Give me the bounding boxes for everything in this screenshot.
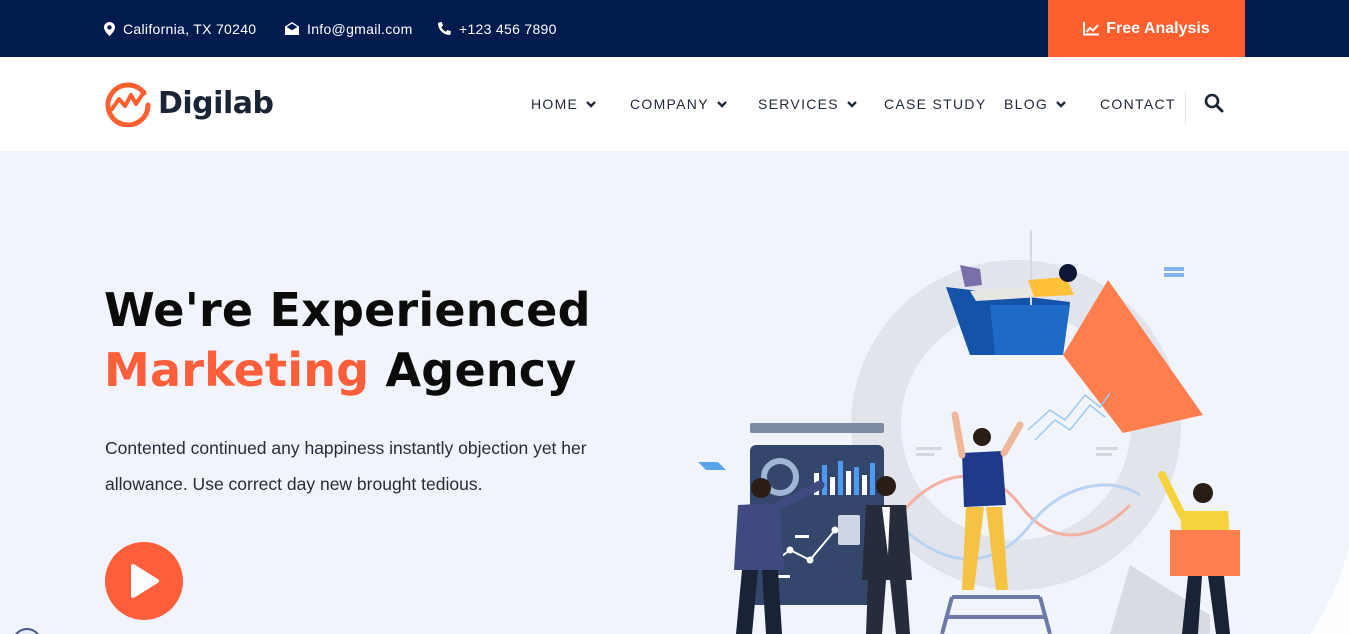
phone-text: +123 456 7890	[459, 20, 557, 37]
hero-title-accent: Marketing	[104, 343, 370, 397]
nav-label: CASE STUDY	[884, 96, 987, 112]
email-text: Info@gmail.com	[307, 20, 413, 37]
hero-description-line2: allowance. Use correct day new brought t…	[105, 474, 483, 494]
chart-line-icon	[1083, 21, 1100, 35]
chevron-down-icon	[717, 100, 727, 108]
map-pin-icon	[104, 21, 115, 36]
hero-title: We're Experienced Marketing Agency	[104, 280, 591, 400]
nav-divider	[1185, 92, 1186, 124]
envelope-open-icon	[285, 22, 299, 35]
hero-description: Contented continued any happiness instan…	[105, 430, 635, 502]
nav-label: HOME	[531, 96, 579, 112]
top-info-bar: California, TX 70240 Info@gmail.com +123…	[0, 0, 1349, 57]
search-button[interactable]	[1204, 93, 1226, 115]
main-navbar: Digilab HOME COMPANY SERVICES CASE STUDY…	[0, 57, 1349, 151]
nav-item-company[interactable]: COMPANY	[630, 57, 727, 151]
phone-info[interactable]: +123 456 7890	[438, 0, 557, 57]
chevron-down-icon	[586, 100, 597, 108]
play-video-button[interactable]	[105, 542, 183, 620]
nav-item-blog[interactable]: BLOG	[1004, 57, 1066, 151]
free-analysis-button[interactable]: Free Analysis	[1048, 0, 1245, 57]
nav-label: BLOG	[1004, 96, 1049, 112]
nav-item-contact[interactable]: CONTACT	[1100, 57, 1176, 151]
nav-item-services[interactable]: SERVICES	[758, 57, 857, 151]
location-text: California, TX 70240	[123, 20, 257, 37]
phone-icon	[438, 22, 451, 35]
play-icon	[131, 564, 159, 598]
nav-label: SERVICES	[758, 96, 839, 112]
hero-title-rest: Agency	[369, 343, 577, 397]
search-icon	[1204, 93, 1224, 113]
logo-icon	[105, 82, 151, 127]
hero-illustration	[698, 230, 1349, 634]
brand-logo[interactable]: Digilab	[104, 77, 274, 129]
brand-name: Digilab	[158, 85, 274, 121]
scroll-indicator[interactable]	[12, 628, 42, 634]
free-analysis-label: Free Analysis	[1106, 19, 1210, 37]
hero-description-line1: Contented continued any happiness instan…	[105, 438, 587, 458]
hero-title-line1: We're Experienced	[104, 283, 591, 337]
nav-label: COMPANY	[630, 96, 709, 112]
chevron-down-icon	[1056, 100, 1066, 108]
nav-item-home[interactable]: HOME	[531, 57, 597, 151]
nav-item-case-study[interactable]: CASE STUDY	[884, 57, 986, 151]
email-info[interactable]: Info@gmail.com	[285, 0, 413, 57]
location-info: California, TX 70240	[104, 0, 256, 57]
nav-label: CONTACT	[1100, 96, 1176, 112]
chevron-down-icon	[847, 100, 857, 108]
